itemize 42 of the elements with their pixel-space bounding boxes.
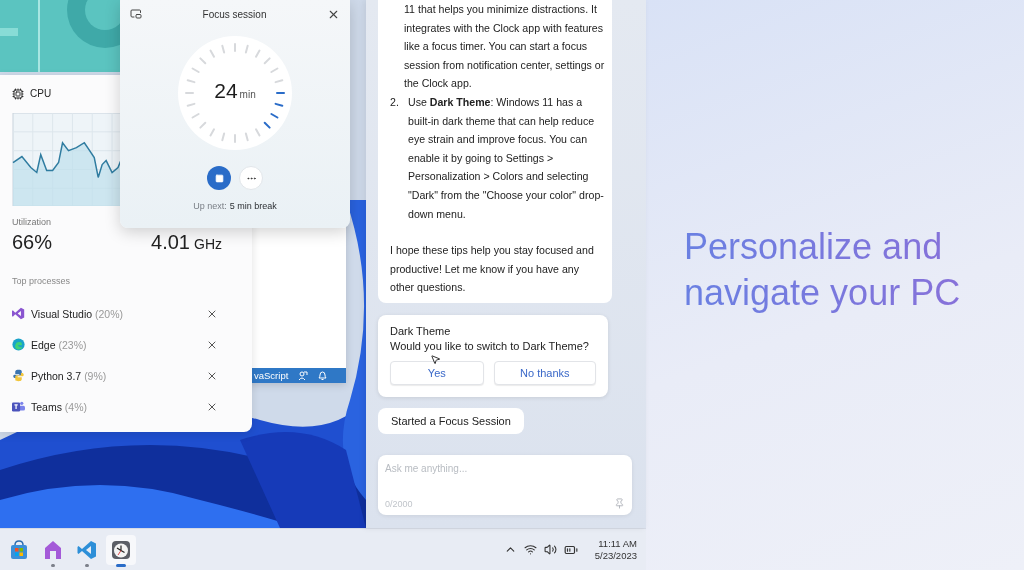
closing-text: I hope these tips help you stay focused and productive! Let me know if you have any other questions. [390,243,595,296]
prompt-title: Dark Theme [390,324,452,337]
process-name: Edge (23%) [31,338,88,351]
process-name: Teams (4%) [31,400,89,413]
speed-value: 4.01 [151,231,190,254]
choice-button[interactable]: No thanks [493,360,596,385]
widget-title: CPU [30,88,52,100]
choice-button[interactable]: Yes [390,360,484,385]
character-counter: 0/2000 [385,498,413,509]
timer-unit: min [239,89,256,100]
process-name: Python 3.7 (9%) [31,369,108,382]
compact-view-icon[interactable] [130,8,142,20]
stop-icon [214,173,224,183]
utilization-value: 66% [12,231,53,254]
input-field[interactable]: Ask me anything... [385,463,625,474]
list-number: 2. [390,94,400,110]
swirl-logo-icon [12,338,25,351]
prompt-question: Would you like to switch to Dark Theme? [390,339,590,352]
ribbon-logo-icon [12,307,25,320]
status-text: vaScript [254,370,289,381]
window-title: Focus session [202,8,267,20]
wifi-icon[interactable] [523,543,537,556]
clock-date[interactable]: 5/23/2023 [594,549,637,562]
bell-icon[interactable] [318,370,328,381]
feedback-icon[interactable] [298,370,309,381]
snake-logo-icon [12,369,25,382]
cursor-icon [430,353,441,365]
section-label: Top processes [12,276,72,286]
speed-unit: GHz [194,236,222,252]
clock-time[interactable]: 11:11 AM [598,537,637,550]
list-item-text: Use Dark Theme: Windows 11 has a built-in dark theme that can help reduce eye strain and improve focus. You can enable it by going to Settings > Personalization > Colors and selecting "Dark" from the "Choose your color" drop-down menu. [408,94,605,222]
utilization-label: Utilization [12,217,52,227]
volume-icon[interactable] [543,543,557,556]
timer-minutes: 24 [214,79,238,103]
list-item-text: 11 that helps you minimize distractions. It integrates with the Clock app with features like a focus timer. You can start a focus session from notification center, settings or the Clock app. [404,2,606,92]
process-name: Visual Studio (20%) [31,307,125,320]
up-next-label: Up next: [193,201,227,211]
stop-button[interactable] [207,166,231,190]
chip-icon [12,87,24,100]
people-logo-icon [12,400,25,413]
up-next-value: 5 min break [229,201,277,211]
status-message: Started a Focus Session [378,407,524,434]
